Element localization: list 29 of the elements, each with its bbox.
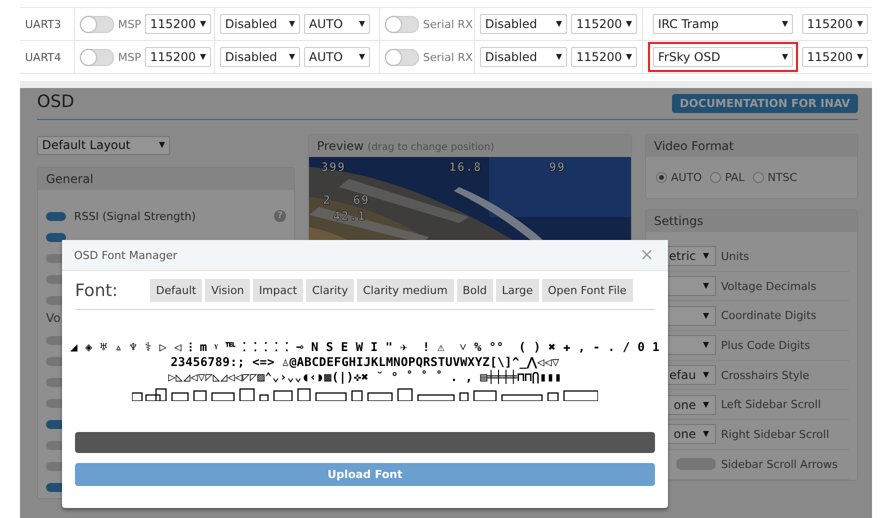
page-title: OSD [37, 92, 74, 112]
panel-title: Settings [646, 210, 857, 232]
group-heading: Vo [46, 310, 62, 326]
radio-label: NTSC [768, 171, 798, 184]
font-glyph-row: ◢ ◈ ♅ ▵ ♆ ⚕ ▷ ◁ ⁝ m ᵞ ℡ ⁚ ⁚ ⁚ ⁚ ⁚ ⊸ N S E W I " ✈ ! ⚠ ˅ % °° ( ) ✖ ✚ , - . / 0 1 [70, 340, 660, 354]
font-glyph-row: ▷◺◿◁▽◸◺◿◁◁◸◸▨⌃⌄›⌄⌄◖‹◗▩(|)✜✖ ˘ ° ˚ ˚ ˚ . ‚ ▤╪╪╪╪⊓⊓⋂▮▮▮ [168, 370, 562, 384]
dialog-title: OSD Font Manager [74, 248, 178, 262]
setting-label: Left Sidebar Scroll [721, 398, 821, 412]
panel-title: General [38, 168, 294, 190]
msp-label: MSP [118, 18, 142, 30]
port-name: UART3 [25, 18, 62, 30]
panel-title: Video Format [646, 135, 857, 157]
setting-label: Plus Code Digits [721, 338, 810, 352]
font-label: Font: [75, 280, 119, 300]
setting-label: Crosshairs Style [721, 368, 810, 382]
radio-label: PAL [724, 171, 745, 184]
panel-title: Preview [317, 139, 364, 153]
serial-rx-label: Serial RX [423, 18, 473, 30]
setting-label: Coordinate Digits [721, 309, 816, 322]
setting-label: Units [721, 250, 750, 263]
setting-label: Voltage Decimals [721, 280, 816, 293]
radio-label: AUTO [671, 171, 702, 184]
setting-label: Sidebar Scroll Arrows [721, 458, 838, 471]
setting-label: Right Sidebar Scroll [721, 428, 830, 441]
msp-label: MSP [118, 50, 142, 64]
element-label: RSSI (Signal Strength) [74, 210, 196, 222]
port-name: UART4 [25, 50, 62, 64]
font-glyph-row: 23456789:; <=> ♙@ABCDEFGHIJKLMNOPQRSTUVWXYZ[\]^_⋀◁◁▽ [170, 354, 560, 370]
serial-rx-label: Serial RX [423, 50, 473, 64]
